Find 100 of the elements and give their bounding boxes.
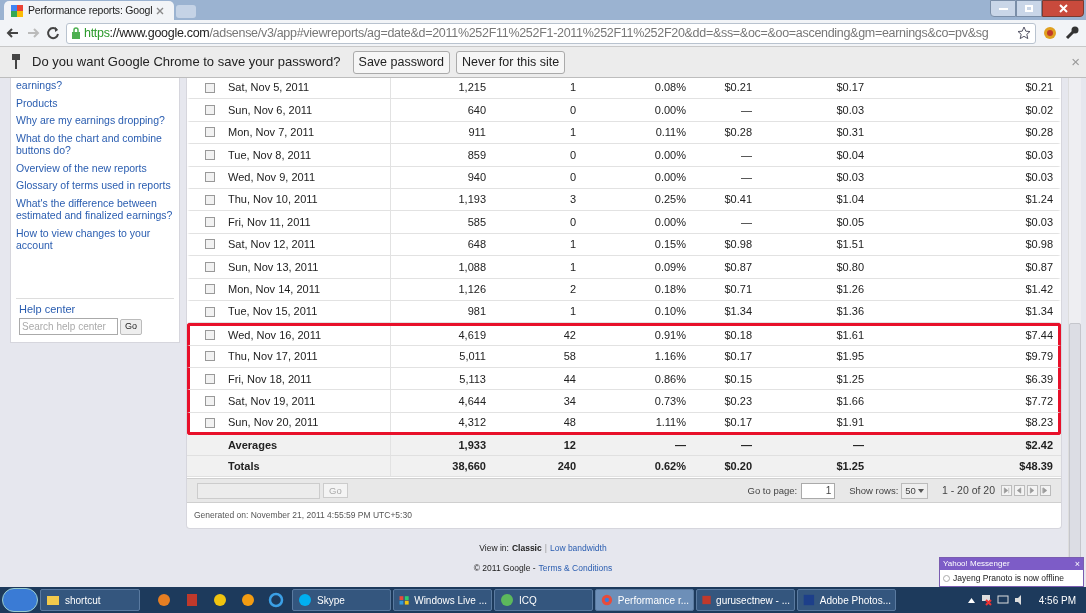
table-cell: 48 [563, 416, 576, 429]
row-checkbox[interactable] [205, 149, 215, 160]
taskbar-button[interactable]: ICQ [494, 589, 593, 611]
table-row[interactable]: Fri, Nov 18, 2011 5,113 44 0.86% $0.15 $1.25 $6.39 [187, 368, 1061, 391]
row-checkbox[interactable] [205, 284, 215, 295]
table-cell: 1,088 [458, 260, 486, 273]
help-link[interactable]: What's the difference between estimated and finalized earnings? [16, 196, 174, 222]
table-cell: $0.05 [836, 215, 864, 228]
forward-icon[interactable] [26, 26, 40, 40]
help-link[interactable]: Products [16, 96, 174, 109]
wrench-icon[interactable] [1064, 25, 1080, 41]
table-cell: 1,126 [458, 282, 486, 295]
table-row[interactable]: Mon, Nov 7, 2011 911 1 0.11% $0.28 $0.31 $0.28 [187, 121, 1061, 145]
table-row[interactable]: Mon, Nov 14, 2011 1,126 2 0.18% $0.71 $1.26 $1.42 [187, 278, 1061, 301]
row-checkbox[interactable] [205, 217, 215, 228]
taskbar-button[interactable]: Skype [292, 589, 391, 611]
date-cell-text: Thu, Nov 17, 2011 [228, 349, 318, 365]
table-row[interactable]: Tue, Nov 15, 2011 981 1 0.10% $1.34 $1.36 $1.34 [187, 300, 1061, 324]
minimize-button[interactable] [990, 0, 1016, 17]
reload-icon[interactable] [46, 26, 60, 40]
table-row[interactable]: Wed, Nov 16, 2011 4,619 42 0.91% $0.18 $1.61 $7.44 [187, 323, 1061, 346]
table-row[interactable]: Sat, Nov 5, 2011 1,215 1 0.08% $0.21 $0.17 $0.21 [187, 78, 1061, 100]
table-cell: 44 [563, 372, 576, 385]
infobar-button[interactable]: Never for this site [456, 50, 566, 74]
row-checkbox[interactable] [205, 172, 215, 183]
taskbar-button[interactable]: Adobe Photos... [797, 589, 896, 611]
summary-label: Totals [228, 459, 260, 474]
table-cell: $0.71 [724, 282, 752, 295]
search-field[interactable]: Search help center [19, 318, 118, 335]
star-icon[interactable] [1017, 26, 1031, 40]
table-cell: $0.20 [724, 460, 752, 472]
pager-arrow-icon[interactable] [1040, 485, 1051, 497]
address-bar[interactable]: https://www.google.com/adsense/v3/app#viewreports/ag=date&d=2011%252F11%252F1-2011%252F11%252F20&dd=&ss=&oc=&oo=ascending&gm=earnings&co=pv&sg [66, 22, 1036, 44]
table-row[interactable]: Fri, Nov 11, 2011 585 0 0.00% — $0.05 $0.03 [187, 211, 1061, 234]
close-button[interactable]: × [1074, 559, 1080, 569]
page-field[interactable]: 1 [801, 482, 836, 499]
row-checkbox[interactable] [205, 82, 215, 93]
tray-arrow-icon[interactable] [967, 597, 975, 603]
row-checkbox[interactable] [205, 417, 215, 428]
help-link[interactable]: Overview of the new reports [16, 161, 174, 174]
pager-arrow-icon[interactable] [1001, 485, 1012, 497]
row-checkbox[interactable] [205, 239, 215, 250]
table-row[interactable]: Sun, Nov 6, 2011 640 0 0.00% — $0.03 $0.02 [187, 99, 1061, 122]
table-cell: 4,644 [458, 394, 486, 407]
action-field[interactable] [197, 482, 320, 499]
help-link[interactable]: Glossary of terms used in reports [16, 179, 174, 192]
row-checkbox[interactable] [205, 127, 215, 138]
row-checkbox[interactable] [205, 194, 215, 205]
table-cell: $0.98 [724, 238, 752, 251]
pager-arrow-icon[interactable] [1014, 485, 1025, 497]
pager-arrow-icon[interactable] [1027, 485, 1038, 497]
back-icon[interactable] [6, 26, 20, 40]
table-row[interactable]: Sun, Nov 13, 2011 1,088 1 0.09% $0.87 $0.80 $0.87 [187, 256, 1061, 279]
close-icon[interactable] [156, 6, 165, 15]
table-row[interactable]: Tue, Nov 8, 2011 859 0 0.00% — $0.04 $0.03 [187, 144, 1061, 167]
date-cell-text: Tue, Nov 15, 2011 [228, 304, 318, 320]
table-cell: $1.24 [1025, 193, 1053, 206]
table-cell: $1.42 [1025, 282, 1053, 295]
table-cell: $0.03 [836, 103, 864, 116]
table-row[interactable]: Sat, Nov 19, 2011 4,644 34 0.73% $0.23 $1.66 $7.72 [187, 390, 1061, 413]
date-cell-text: Thu, Nov 10, 2011 [228, 192, 318, 208]
close-window-button[interactable] [1042, 0, 1084, 17]
table-cell: $0.03 [836, 171, 864, 183]
network-icon[interactable] [996, 594, 1009, 606]
row-checkbox[interactable] [205, 306, 215, 317]
row-checkbox[interactable] [205, 373, 215, 384]
table-row[interactable]: Thu, Nov 10, 2011 1,193 3 0.25% $0.41 $1.04 $1.24 [187, 188, 1061, 212]
table-cell: 981 [467, 305, 486, 318]
table-cell: $0.15 [724, 372, 752, 385]
table-row[interactable]: Sat, Nov 12, 2011 648 1 0.15% $0.98 $1.51 $0.98 [187, 233, 1061, 257]
taskbar-button[interactable]: shortcut [40, 589, 140, 611]
help-link[interactable]: Why are my earnings dropping? [16, 114, 174, 127]
row-checkbox[interactable] [205, 351, 215, 362]
help-link[interactable]: How to view changes to your account [16, 226, 174, 252]
table-row[interactable]: Thu, Nov 17, 2011 5,011 58 1.16% $0.17 $1.95 $9.79 [187, 345, 1061, 369]
rows-dropdown[interactable]: 50 [901, 482, 928, 499]
help-link[interactable]: What do the chart and combine buttons do? [16, 131, 174, 157]
restore-button[interactable] [1016, 0, 1042, 17]
help-link[interactable]: earnings? [16, 79, 174, 92]
table-row[interactable]: Wed, Nov 9, 2011 940 0 0.00% — $0.03 $0.03 [187, 166, 1061, 189]
taskbar-button[interactable]: gurusectnew - ... [696, 589, 795, 611]
flag-icon[interactable] [979, 594, 992, 606]
clock[interactable]: 4:56 PM [1038, 592, 1076, 608]
taskbar-button[interactable]: Windows Live ... [393, 589, 492, 611]
table-cell: 0.10% [654, 305, 686, 318]
date-cell-text: Sat, Nov 19, 2011 [228, 393, 316, 409]
low-bandwidth-link[interactable]: Low bandwidth [549, 542, 607, 555]
row-checkbox[interactable] [205, 105, 215, 116]
terms-link[interactable]: Terms & Conditions [538, 561, 613, 575]
go-button[interactable]: Go [120, 318, 142, 335]
browser-tab[interactable]: Performance reports: Googl [4, 1, 174, 20]
table-cell: 1,215 [458, 81, 486, 94]
table-cell: 0.62% [654, 460, 686, 472]
row-checkbox[interactable] [205, 396, 215, 407]
infobar-button[interactable]: Save password [352, 50, 450, 74]
row-checkbox[interactable] [205, 330, 215, 341]
start-button[interactable] [2, 588, 38, 612]
pinned-app-icon[interactable] [184, 592, 200, 608]
table-cell: $0.98 [1025, 238, 1053, 251]
row-checkbox[interactable] [205, 261, 215, 272]
